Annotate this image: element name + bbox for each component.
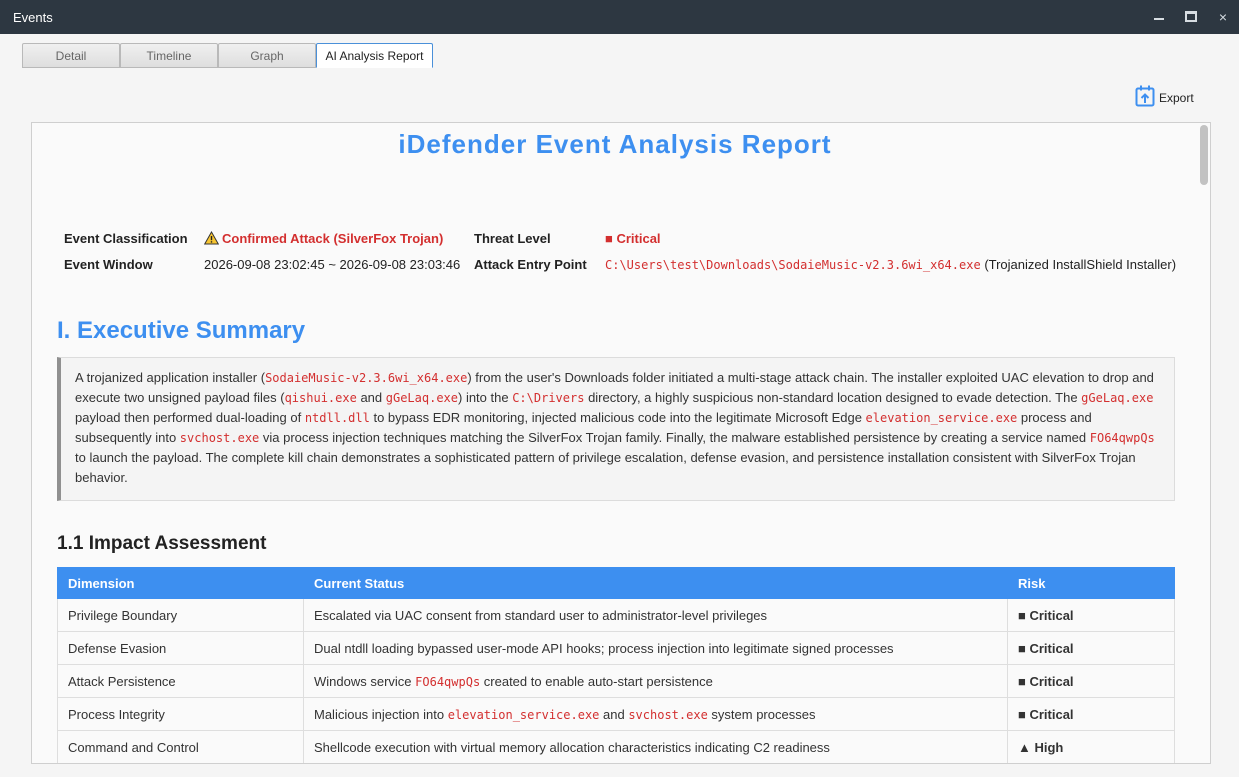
- impact-assessment-heading: 1.1 Impact Assessment: [57, 533, 267, 554]
- classification-label: Event Classification: [64, 231, 188, 246]
- maximize-icon[interactable]: [1182, 8, 1200, 26]
- classification-value: Confirmed Attack (SilverFox Trojan): [204, 231, 443, 246]
- export-label: Export: [1159, 91, 1194, 105]
- header-dimension: Dimension: [57, 567, 304, 599]
- table-row: Process Integrity Malicious injection in…: [57, 697, 1175, 731]
- tab-graph[interactable]: Graph: [218, 43, 316, 68]
- cell-status: Malicious injection into elevation_servi…: [303, 697, 1008, 731]
- cell-risk: ■ Critical: [1007, 664, 1175, 698]
- entry-point-value: C:\Users\test\Downloads\SodaieMusic-v2.3…: [605, 257, 1176, 272]
- cell-status: Windows service FO64qwpQs created to ena…: [303, 664, 1008, 698]
- tab-detail[interactable]: Detail: [22, 43, 120, 68]
- cell-risk: ■ Critical: [1007, 598, 1175, 632]
- entry-point-path: C:\Users\test\Downloads\SodaieMusic-v2.3…: [605, 258, 981, 272]
- cell-dimension: Attack Persistence: [57, 664, 304, 698]
- close-icon[interactable]: ×: [1214, 8, 1232, 26]
- table-header-row: Dimension Current Status Risk: [57, 567, 1175, 599]
- cell-dimension: Privilege Boundary: [57, 598, 304, 632]
- entry-point-label: Attack Entry Point: [474, 257, 587, 272]
- table-row: Command and Control Shellcode execution …: [57, 730, 1175, 763]
- window-title: Events: [13, 10, 53, 25]
- threat-level-label: Threat Level: [474, 231, 551, 246]
- header-risk: Risk: [1007, 567, 1175, 599]
- minimize-icon[interactable]: [1150, 8, 1168, 26]
- table-row: Privilege Boundary Escalated via UAC con…: [57, 598, 1175, 632]
- cell-risk: ▲ High: [1007, 730, 1175, 763]
- cell-status: Dual ntdll loading bypassed user-mode AP…: [303, 631, 1008, 665]
- report-scrollbar[interactable]: [1200, 125, 1208, 185]
- cell-risk: ■ Critical: [1007, 697, 1175, 731]
- cell-dimension: Process Integrity: [57, 697, 304, 731]
- title-bar[interactable]: Events ×: [0, 0, 1239, 34]
- table-row: Attack Persistence Windows service FO64q…: [57, 664, 1175, 698]
- export-icon: [1135, 85, 1155, 107]
- event-window-label: Event Window: [64, 257, 153, 272]
- cell-status: Escalated via UAC consent from standard …: [303, 598, 1008, 632]
- cell-status: Shellcode execution with virtual memory …: [303, 730, 1008, 763]
- impact-table: Dimension Current Status Risk Privilege …: [57, 567, 1175, 763]
- header-current-status: Current Status: [303, 567, 1008, 599]
- executive-summary-text: A trojanized application installer (Soda…: [57, 357, 1175, 501]
- tab-ai-analysis-report[interactable]: AI Analysis Report: [316, 43, 433, 68]
- entry-point-note: (Trojanized InstallShield Installer): [984, 257, 1177, 272]
- cell-dimension: Command and Control: [57, 730, 304, 763]
- tab-timeline[interactable]: Timeline: [120, 43, 218, 68]
- warning-icon: [204, 231, 219, 245]
- table-row: Defense Evasion Dual ntdll loading bypas…: [57, 631, 1175, 665]
- threat-level-value: ■ Critical: [605, 231, 661, 246]
- executive-summary-heading: I. Executive Summary: [57, 317, 306, 344]
- cell-risk: ■ Critical: [1007, 631, 1175, 665]
- report-title: iDefender Event Analysis Report: [398, 129, 832, 159]
- report-panel[interactable]: iDefender Event Analysis Report Event Cl…: [31, 122, 1211, 764]
- cell-dimension: Defense Evasion: [57, 631, 304, 665]
- events-window: Events × Detail Timeline Graph AI Analys…: [0, 0, 1239, 777]
- event-window-value: 2026-09-08 23:02:45 ~ 2026-09-08 23:03:4…: [204, 257, 461, 272]
